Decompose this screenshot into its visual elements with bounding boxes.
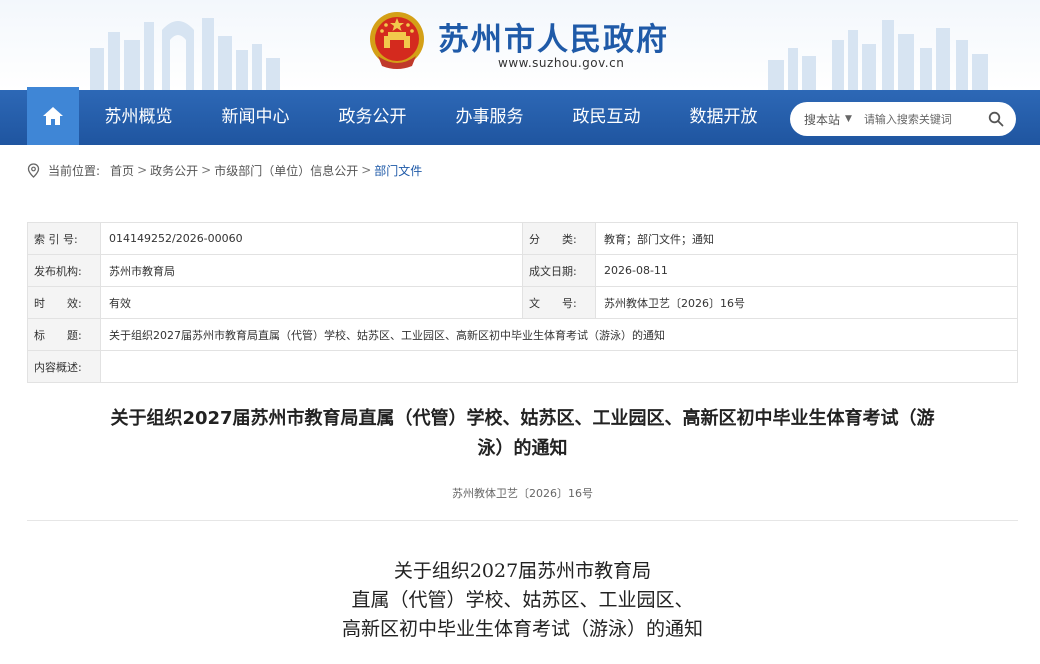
article-title-line: 关于组织2027届苏州市教育局直属（代管）学校、姑苏区、工业园区、高新区初中毕业… [110,408,935,429]
caret-down-icon: ▼ [845,114,852,124]
breadcrumb-separator: > [137,163,148,177]
nav-item-overview[interactable]: 苏州概览 [80,90,197,145]
search-scope-select[interactable]: 搜本站 ▼ [804,111,852,128]
breadcrumb-department-info[interactable]: 市级部门（单位）信息公开 [214,162,358,179]
table-row: 标 题: 关于组织2027届苏州市教育局直属（代管）学校、姑苏区、工业园区、高新… [27,318,1018,351]
article-doc-number: 苏州教体卫艺〔2026〕16号 [452,487,593,500]
summary-label: 内容概述: [27,350,101,383]
summary-value [100,350,1018,383]
nav-item-services[interactable]: 办事服务 [431,90,548,145]
site-domain: www.suzhou.gov.cn [498,56,625,70]
date-label: 成文日期: [522,254,596,287]
city-skyline-right [768,20,988,90]
main-nav: 苏州概览 新闻中心 政务公开 办事服务 政民互动 数据开放 搜本站 ▼ [0,87,1040,145]
location-pin-icon [27,162,40,178]
article-title-line: 泳）的通知 [477,438,568,459]
nav-items: 苏州概览 新闻中心 政务公开 办事服务 政民互动 数据开放 [80,90,782,145]
nav-item-open-data[interactable]: 数据开放 [665,90,782,145]
document-heading: 关于组织2027届苏州市教育局 直属（代管）学校、姑苏区、工业园区、 高新区初中… [27,557,1018,644]
breadcrumb-separator: > [201,163,212,177]
nav-item-interaction[interactable]: 政民互动 [548,90,665,145]
site-header: 苏州市人民政府 www.suzhou.gov.cn [0,0,1040,90]
nav-item-news[interactable]: 新闻中心 [197,90,314,145]
docno-value: 苏州教体卫艺〔2026〕16号 [595,286,1018,319]
page: 苏州市人民政府 www.suzhou.gov.cn 苏州概览 新闻中心 政务公开… [0,0,1040,664]
date-value: 2026-08-11 [595,254,1018,287]
national-emblem-icon [370,12,424,69]
publisher-label: 发布机构: [27,254,101,287]
title-value: 关于组织2027届苏州市教育局直属（代管）学校、姑苏区、工业园区、高新区初中毕业… [100,318,1018,351]
category-value: 教育；部门文件；通知 [595,222,1018,255]
publisher-value: 苏州市教育局 [100,254,523,287]
validity-label: 时 效: [27,286,101,319]
breadcrumb-home[interactable]: 首页 [110,162,134,179]
search-scope-label: 搜本站 [804,112,841,127]
table-row: 索 引 号: 014149252/2026-00060 分 类: 教育；部门文件… [27,222,1018,255]
site-title: 苏州市人民政府 [438,22,669,58]
title-label: 标 题: [27,318,101,351]
breadcrumb-separator: > [361,163,372,177]
table-row: 时 效: 有效 文 号: 苏州教体卫艺〔2026〕16号 [27,286,1018,319]
nav-item-government-affairs[interactable]: 政务公开 [314,90,431,145]
breadcrumb: 当前位置: 首页 > 政务公开 > 市级部门（单位）信息公开 > 部门文件 [27,161,422,179]
search-box: 搜本站 ▼ [790,102,1016,136]
document-heading-line: 直属（代管）学校、姑苏区、工业园区、 [351,589,694,611]
docno-label: 文 号: [522,286,596,319]
breadcrumb-government-affairs[interactable]: 政务公开 [150,162,198,179]
search-icon[interactable] [988,111,1004,127]
document-info-table: 索 引 号: 014149252/2026-00060 分 类: 教育；部门文件… [27,222,1018,383]
category-label: 分 类: [522,222,596,255]
validity-value: 有效 [100,286,523,319]
search-input[interactable] [863,112,984,126]
document-heading-line: 关于组织2027届苏州市教育局 [393,560,652,582]
document-heading-line: 高新区初中毕业生体育考试（游泳）的通知 [341,618,703,640]
index-value: 014149252/2026-00060 [100,222,523,255]
breadcrumb-current[interactable]: 部门文件 [374,162,422,179]
article-title: 关于组织2027届苏州市教育局直属（代管）学校、姑苏区、工业园区、高新区初中毕业… [27,404,1018,464]
site-brand[interactable]: 苏州市人民政府 www.suzhou.gov.cn [368,8,688,86]
table-row: 发布机构: 苏州市教育局 成文日期: 2026-08-11 [27,254,1018,287]
table-row: 内容概述: [27,350,1018,383]
city-skyline-left [90,18,280,90]
index-label: 索 引 号: [27,222,101,255]
breadcrumb-prefix: 当前位置: [48,163,101,178]
nav-home-button[interactable] [27,87,79,145]
home-icon [43,107,63,125]
divider [27,520,1018,521]
